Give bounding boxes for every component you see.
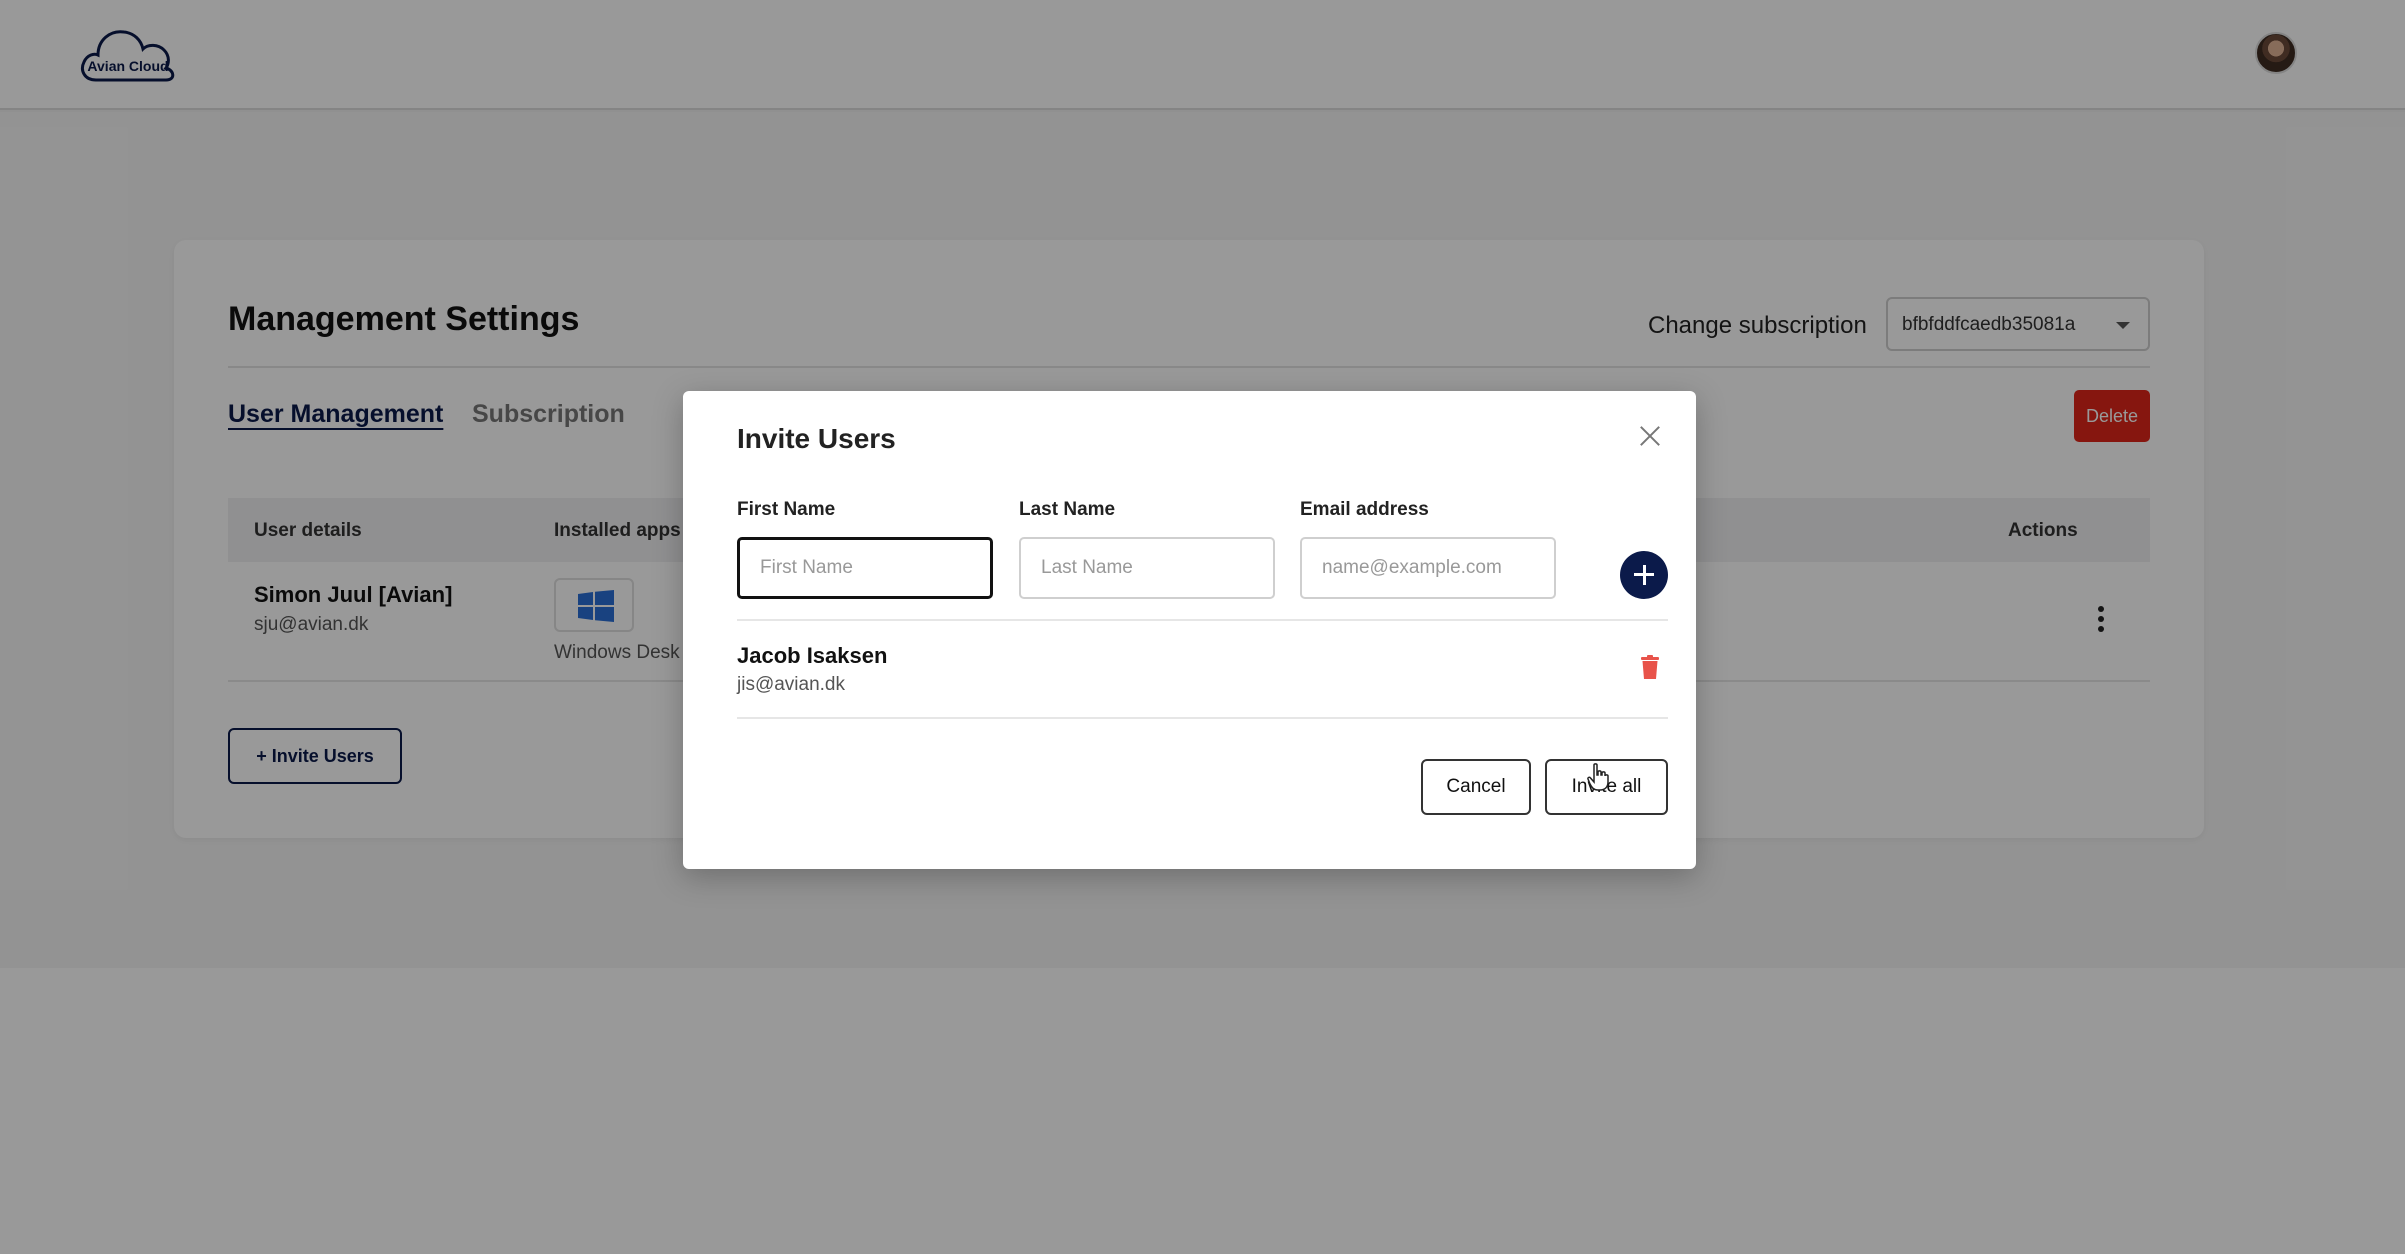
divider xyxy=(737,619,1668,621)
invitee-name: Jacob Isaksen xyxy=(737,643,888,668)
add-invitee-button[interactable] xyxy=(1620,551,1668,599)
last-name-label: Last Name xyxy=(1019,499,1116,520)
close-icon[interactable] xyxy=(1635,421,1665,451)
trash-icon[interactable] xyxy=(1641,655,1659,679)
divider xyxy=(737,717,1668,719)
first-name-label: First Name xyxy=(737,499,836,520)
cancel-button[interactable]: Cancel xyxy=(1421,759,1531,815)
last-name-input[interactable] xyxy=(1019,537,1275,599)
first-name-input[interactable] xyxy=(737,537,993,599)
invite-users-modal: Invite Users First Name Last Name Email … xyxy=(683,391,1696,869)
email-label: Email address xyxy=(1300,499,1429,520)
modal-title: Invite Users xyxy=(737,423,896,454)
email-input[interactable] xyxy=(1300,537,1556,599)
invitee-email: jis@avian.dk xyxy=(737,674,845,695)
hand-cursor-icon xyxy=(1587,763,1609,791)
